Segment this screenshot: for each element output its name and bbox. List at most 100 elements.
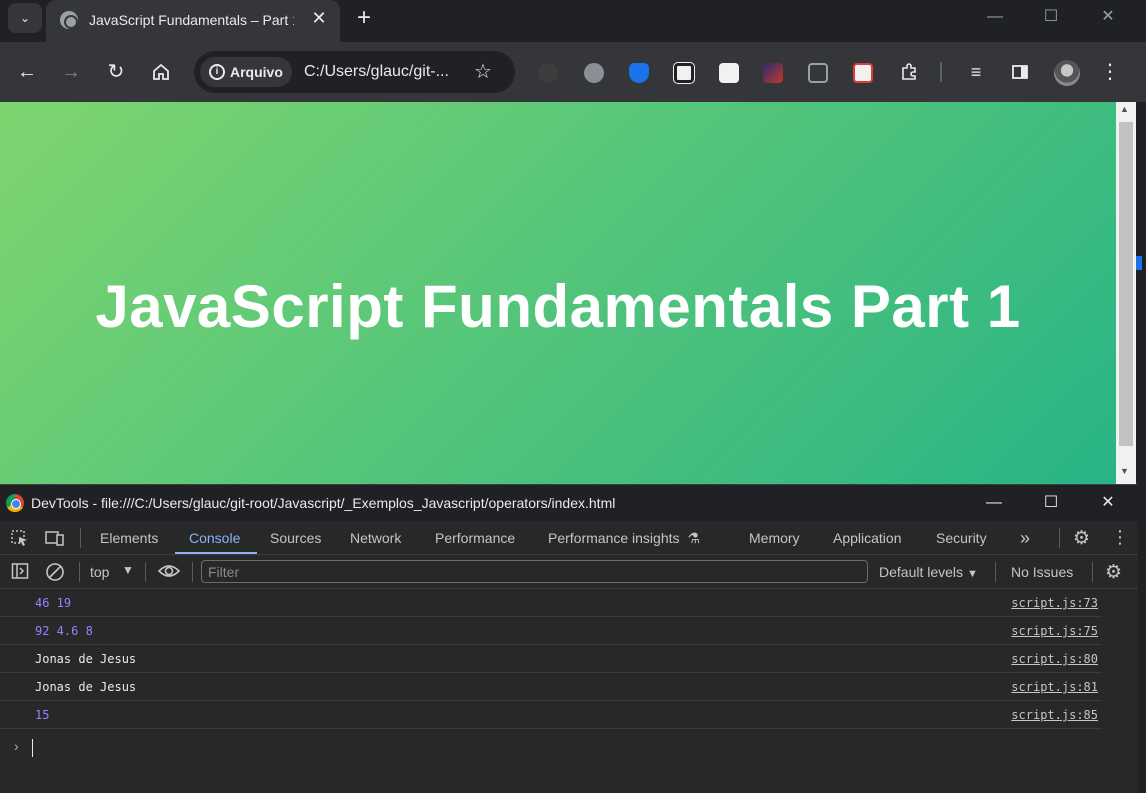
extensions-button[interactable] xyxy=(895,58,923,86)
home-button[interactable] xyxy=(147,58,175,86)
close-window-button[interactable]: ✕ xyxy=(1093,5,1123,29)
window-edge xyxy=(1138,484,1146,792)
settings-gear-icon[interactable]: ⚙ xyxy=(1073,527,1090,550)
extension-icon[interactable] xyxy=(584,63,604,83)
scroll-down-arrow-icon[interactable]: ▼ xyxy=(1120,466,1129,476)
tab-elements[interactable]: Elements xyxy=(100,530,158,546)
extension-icon[interactable] xyxy=(719,63,739,83)
devtools-title: DevTools - file:///C:/Users/glauc/git-ro… xyxy=(31,495,616,511)
home-icon xyxy=(153,63,169,80)
console-message-text: Jonas de Jesus xyxy=(35,680,137,694)
source-link[interactable]: script.js:80 xyxy=(1011,652,1098,666)
reload-icon: ↻ xyxy=(107,61,125,83)
browser-tab-strip: ⌄ JavaScript Fundamentals – Part 1 ✕ + —… xyxy=(0,0,1146,42)
clear-console-icon[interactable] xyxy=(45,562,65,587)
new-tab-button[interactable]: + xyxy=(350,5,378,33)
site-info-chip[interactable]: i Arquivo xyxy=(200,57,292,87)
divider xyxy=(1059,528,1060,548)
console-message-row: Jonas de Jesus script.js:81 xyxy=(0,673,1102,701)
forward-button[interactable]: → xyxy=(57,58,85,86)
devtools-minimize-button[interactable]: — xyxy=(979,491,1009,515)
console-filter-input[interactable] xyxy=(201,560,868,583)
console-message-text: Jonas de Jesus xyxy=(35,652,137,666)
devtools-close-button[interactable]: ✕ xyxy=(1093,491,1123,515)
divider xyxy=(79,562,80,582)
issues-counter[interactable]: No Issues xyxy=(1011,564,1073,580)
url-text[interactable]: C:/Users/glauc/git-... xyxy=(304,63,449,81)
minimize-window-button[interactable]: — xyxy=(980,5,1010,29)
page-viewport: JavaScript Fundamentals Part 1 xyxy=(0,102,1116,484)
divider xyxy=(192,562,193,582)
browser-menu-button[interactable]: ⋮ xyxy=(1096,58,1124,86)
inspect-element-icon[interactable] xyxy=(10,529,30,552)
log-levels-dropdown[interactable]: Default levels ▼ xyxy=(879,564,978,580)
sidebar-toggle-icon[interactable] xyxy=(11,562,29,585)
tab-search-button[interactable]: ⌄ xyxy=(8,3,42,33)
console-message-row: Jonas de Jesus script.js:80 xyxy=(0,645,1102,673)
close-tab-icon[interactable]: ✕ xyxy=(308,7,330,29)
page-scrollbar[interactable]: ▲ ▼ xyxy=(1116,102,1136,484)
star-icon[interactable]: ☆ xyxy=(474,59,492,84)
console-message-text: 46 19 xyxy=(35,596,72,610)
divider xyxy=(80,528,81,548)
source-link[interactable]: script.js:85 xyxy=(1011,708,1098,722)
tab-sources[interactable]: Sources xyxy=(270,530,321,546)
chrome-logo-icon xyxy=(6,494,24,512)
extension-icon[interactable] xyxy=(763,63,783,83)
tab-performance-insights[interactable]: Performance insights ⚗ xyxy=(548,530,700,547)
source-link[interactable]: script.js:75 xyxy=(1011,624,1098,638)
console-message-row: 15 script.js:85 xyxy=(0,701,1102,729)
console-prompt-chevron-icon: › xyxy=(14,738,19,754)
divider xyxy=(1092,562,1093,582)
caret-down-icon[interactable]: ▼ xyxy=(122,563,134,577)
media-controls-button[interactable]: ≡ xyxy=(962,58,990,86)
arrow-left-icon: ← xyxy=(17,61,37,83)
console-message-text: 92 4.6 8 xyxy=(35,624,93,638)
more-tabs-chevron-icon[interactable]: » xyxy=(1020,528,1030,549)
browser-tab[interactable]: JavaScript Fundamentals – Part 1 ✕ xyxy=(46,0,340,42)
active-tab-indicator xyxy=(175,552,257,554)
console-toolbar: top ▼ Default levels ▼ No Issues ⚙ xyxy=(0,555,1138,589)
profile-avatar[interactable] xyxy=(1054,60,1080,86)
extension-icon[interactable] xyxy=(808,63,828,83)
divider xyxy=(995,562,996,582)
reload-button[interactable]: ↻ xyxy=(102,58,130,86)
back-button[interactable]: ← xyxy=(13,58,41,86)
context-selector[interactable]: top xyxy=(90,564,109,580)
address-bar[interactable]: i Arquivo C:/Users/glauc/git-... ☆ xyxy=(194,51,515,93)
shield-extension-icon[interactable] xyxy=(629,63,649,83)
devtools-maximize-button[interactable]: ☐ xyxy=(1036,491,1066,515)
source-link[interactable]: script.js:81 xyxy=(1011,680,1098,694)
maximize-window-button[interactable]: ☐ xyxy=(1036,5,1066,29)
globe-icon xyxy=(60,11,78,29)
browser-toolbar: ← → ↻ i Arquivo C:/Users/glauc/git-... ☆… xyxy=(0,42,1146,102)
tab-application[interactable]: Application xyxy=(833,530,902,546)
extension-icon[interactable] xyxy=(853,63,873,83)
scrollbar-thumb[interactable] xyxy=(1119,122,1133,446)
device-toolbar-icon[interactable] xyxy=(44,529,66,552)
chevron-down-icon: ⌄ xyxy=(19,11,31,25)
arrow-right-icon: → xyxy=(61,61,81,83)
extension-icon[interactable] xyxy=(538,63,558,83)
console-message-text: 15 xyxy=(35,708,50,722)
kebab-menu-icon: ⋮ xyxy=(1100,61,1120,83)
extension-icon[interactable] xyxy=(673,62,695,84)
tab-title: JavaScript Fundamentals – Part 1 xyxy=(89,12,294,28)
tab-performance[interactable]: Performance xyxy=(435,530,515,546)
scroll-up-arrow-icon[interactable]: ▲ xyxy=(1120,104,1129,114)
devtools-menu-kebab-icon[interactable]: ⋮ xyxy=(1111,527,1129,548)
console-message-row: 92 4.6 8 script.js:75 xyxy=(0,617,1102,645)
console-input-cursor[interactable] xyxy=(32,739,33,757)
tab-console[interactable]: Console xyxy=(189,530,240,546)
tab-memory[interactable]: Memory xyxy=(749,530,800,546)
source-link[interactable]: script.js:73 xyxy=(1011,596,1098,610)
devtools-window: DevTools - file:///C:/Users/glauc/git-ro… xyxy=(0,484,1138,793)
flask-icon: ⚗ xyxy=(687,530,700,546)
tab-network[interactable]: Network xyxy=(350,530,401,546)
side-panel-button[interactable] xyxy=(1006,58,1034,86)
puzzle-icon xyxy=(902,63,916,80)
eye-icon[interactable] xyxy=(157,561,181,586)
caret-down-icon: ▼ xyxy=(966,568,978,580)
tab-security[interactable]: Security xyxy=(936,530,987,546)
console-settings-gear-icon[interactable]: ⚙ xyxy=(1105,561,1122,584)
